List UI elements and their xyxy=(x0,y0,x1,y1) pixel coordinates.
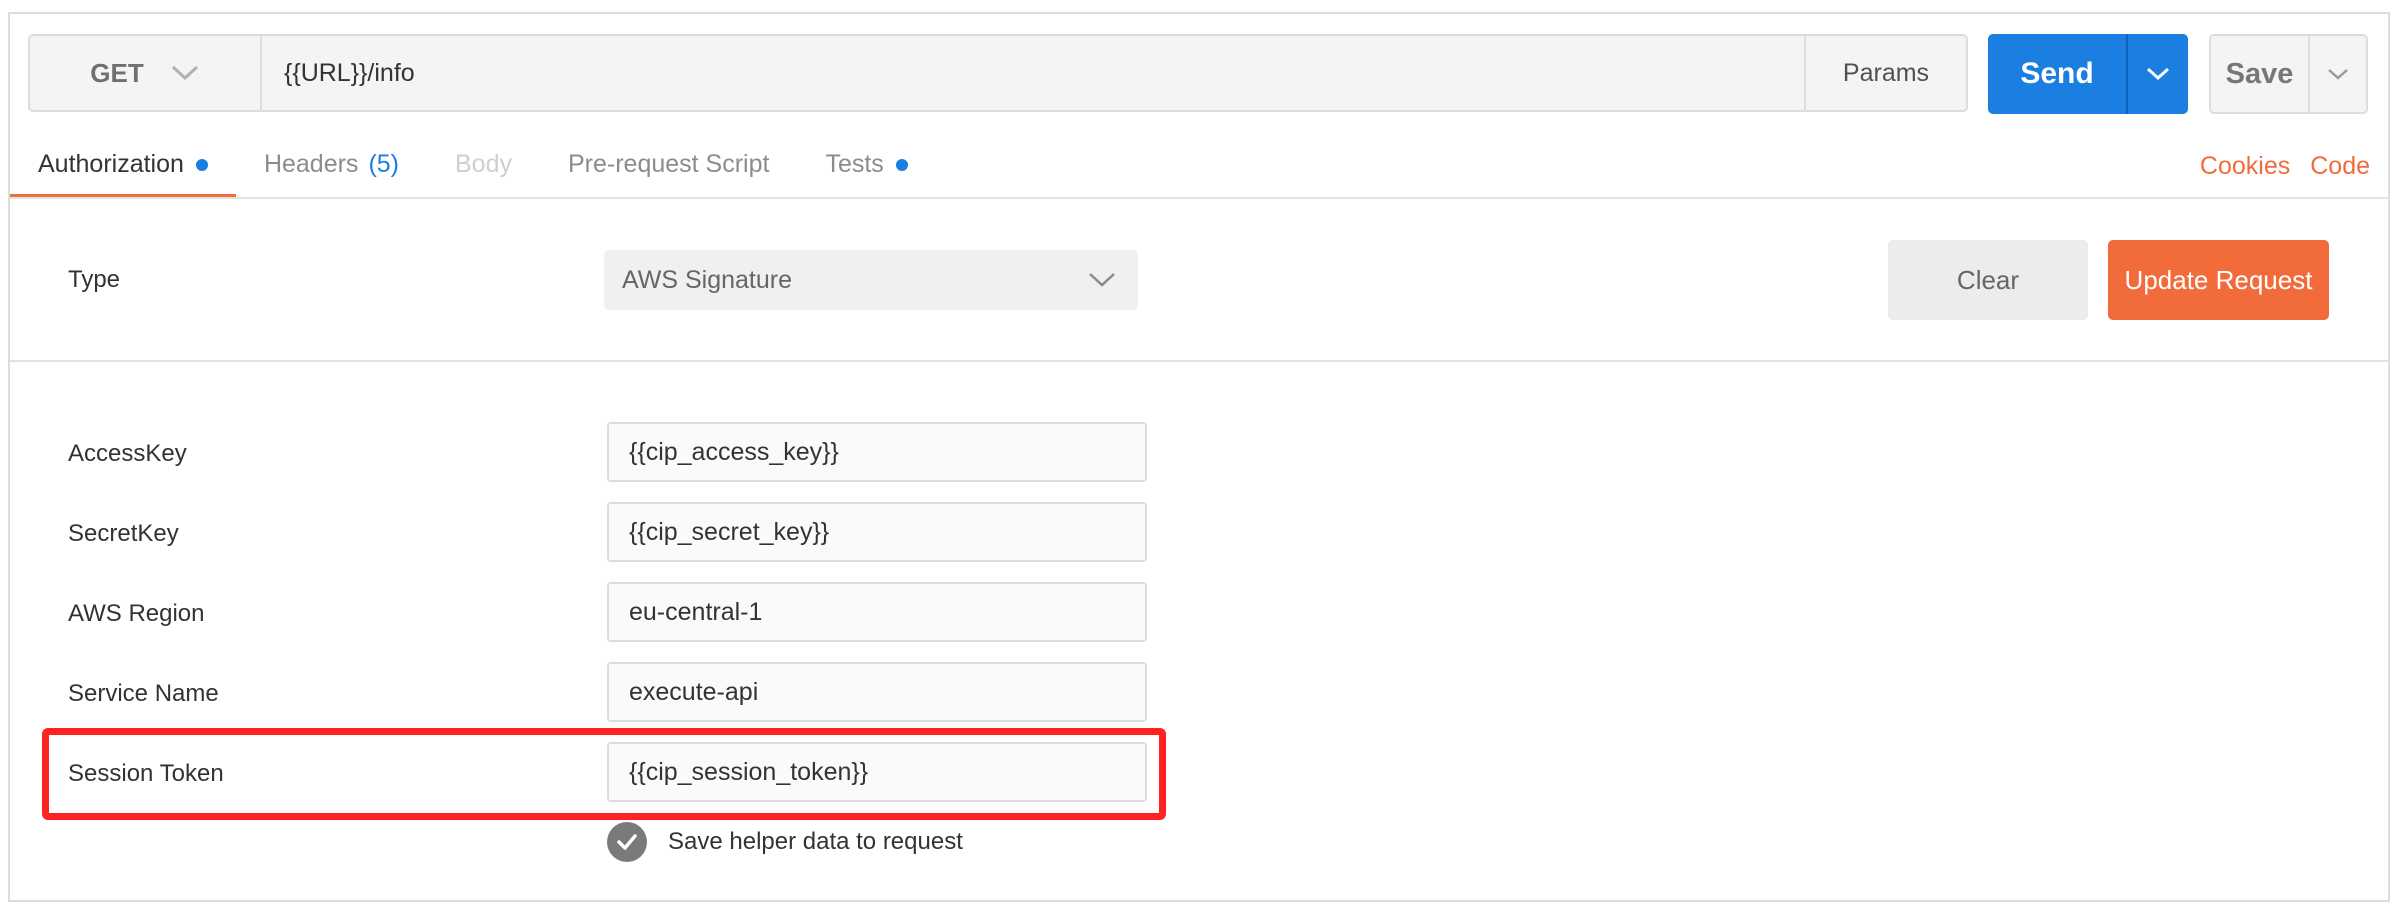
chevron-down-icon xyxy=(1089,273,1115,287)
aws-region-input[interactable] xyxy=(607,582,1147,642)
tab-label: Authorization xyxy=(38,150,184,178)
tab-label: Pre-request Script xyxy=(567,150,770,178)
method-label: GET xyxy=(90,57,144,88)
code-link[interactable]: Code xyxy=(2310,152,2370,181)
request-tabs: Authorization Headers (5) Body Pre-reque… xyxy=(10,138,936,198)
secret-key-input[interactable] xyxy=(607,502,1147,562)
send-button[interactable]: Send xyxy=(1988,34,2126,114)
tab-label: Headers xyxy=(263,150,359,178)
service-name-input[interactable] xyxy=(607,662,1147,722)
save-helper-label: Save helper data to request xyxy=(668,828,963,855)
access-key-label: AccessKey xyxy=(68,440,187,467)
access-key-input[interactable] xyxy=(607,422,1147,482)
send-button-group: Send xyxy=(1988,34,2188,114)
check-icon xyxy=(617,834,637,850)
cookies-link[interactable]: Cookies xyxy=(2200,152,2290,181)
tab-pre-request-script[interactable]: Pre-request Script xyxy=(540,138,797,198)
url-input[interactable] xyxy=(262,36,1804,110)
save-options-button[interactable] xyxy=(2308,36,2366,112)
save-button-group: Save xyxy=(2209,34,2368,114)
auth-type-select[interactable]: AWS Signature xyxy=(604,250,1138,310)
tab-headers[interactable]: Headers (5) xyxy=(236,138,427,198)
update-request-button[interactable]: Update Request xyxy=(2108,240,2329,320)
service-name-label: Service Name xyxy=(68,680,219,707)
session-token-highlight xyxy=(42,728,1166,820)
send-options-button[interactable] xyxy=(2126,34,2188,114)
aws-region-label: AWS Region xyxy=(68,600,205,627)
auth-type-value: AWS Signature xyxy=(622,265,792,294)
status-dot xyxy=(195,159,208,171)
request-url-group: GET Params xyxy=(28,34,1968,112)
tab-tests[interactable]: Tests xyxy=(797,138,935,198)
status-dot xyxy=(895,159,908,171)
tab-label: Body xyxy=(455,150,512,178)
save-button[interactable]: Save xyxy=(2211,36,2308,112)
save-helper-checkbox[interactable] xyxy=(607,822,647,862)
tab-label: Tests xyxy=(825,150,884,178)
divider xyxy=(10,197,2390,199)
clear-button[interactable]: Clear xyxy=(1888,240,2088,320)
chevron-down-icon xyxy=(2146,67,2170,81)
headers-count: (5) xyxy=(368,150,399,178)
tab-authorization[interactable]: Authorization xyxy=(10,138,236,198)
params-button[interactable]: Params xyxy=(1804,36,1966,110)
tab-body[interactable]: Body xyxy=(427,138,540,198)
tab-links: Cookies Code xyxy=(2200,152,2370,181)
divider xyxy=(10,360,2390,362)
method-select[interactable]: GET xyxy=(30,36,262,110)
chevron-down-icon xyxy=(171,65,198,81)
chevron-down-icon xyxy=(2328,68,2348,80)
secret-key-label: SecretKey xyxy=(68,520,179,547)
auth-type-label: Type xyxy=(68,266,121,293)
